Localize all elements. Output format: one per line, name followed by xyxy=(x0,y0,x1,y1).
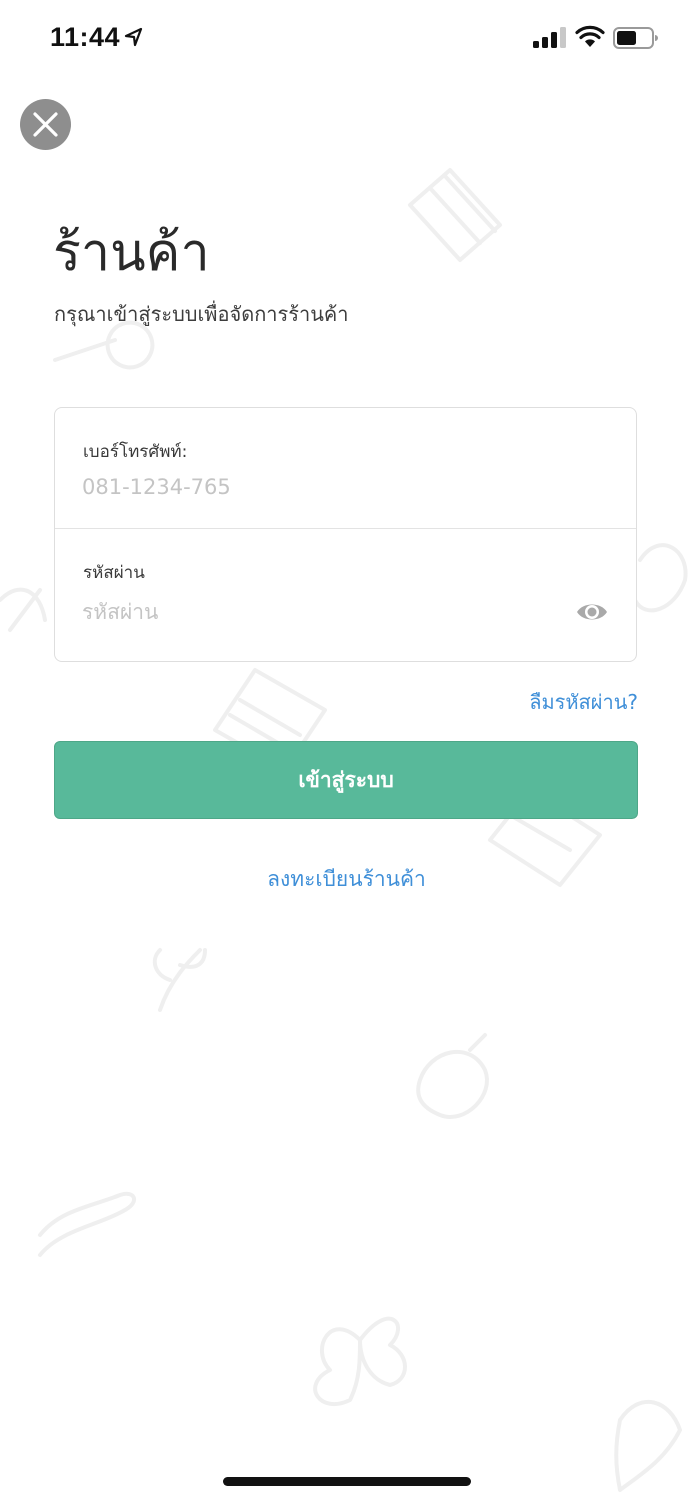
wifi-icon xyxy=(575,25,605,47)
forgot-password-link[interactable]: ลืมรหัสผ่าน? xyxy=(529,686,638,718)
password-label: รหัสผ่าน xyxy=(83,563,145,583)
status-time: 11:44 xyxy=(50,22,121,52)
eye-icon[interactable] xyxy=(576,601,608,623)
phone-field: เบอร์โทรศัพท์: xyxy=(55,408,636,529)
battery-icon xyxy=(613,27,658,49)
close-button[interactable] xyxy=(20,99,71,150)
phone-label: เบอร์โทรศัพท์: xyxy=(83,442,188,462)
home-indicator xyxy=(223,1477,471,1486)
page-subtitle: กรุณาเข้าสู่ระบบเพื่อจัดการร้านค้า xyxy=(54,302,349,326)
status-bar: 11:44 xyxy=(0,0,693,76)
register-store-link[interactable]: ลงทะเบียนร้านค้า xyxy=(0,863,693,896)
password-field: รหัสผ่าน xyxy=(55,529,636,661)
phone-input[interactable] xyxy=(82,471,552,503)
page-title: ร้านค้า xyxy=(53,223,210,283)
cellular-signal-icon xyxy=(533,27,566,48)
location-arrow-icon xyxy=(124,27,143,47)
close-icon xyxy=(33,112,58,137)
password-input[interactable] xyxy=(82,596,552,628)
login-button[interactable]: เข้าสู่ระบบ xyxy=(54,741,638,819)
login-form: เบอร์โทรศัพท์: รหัสผ่าน xyxy=(54,407,637,662)
